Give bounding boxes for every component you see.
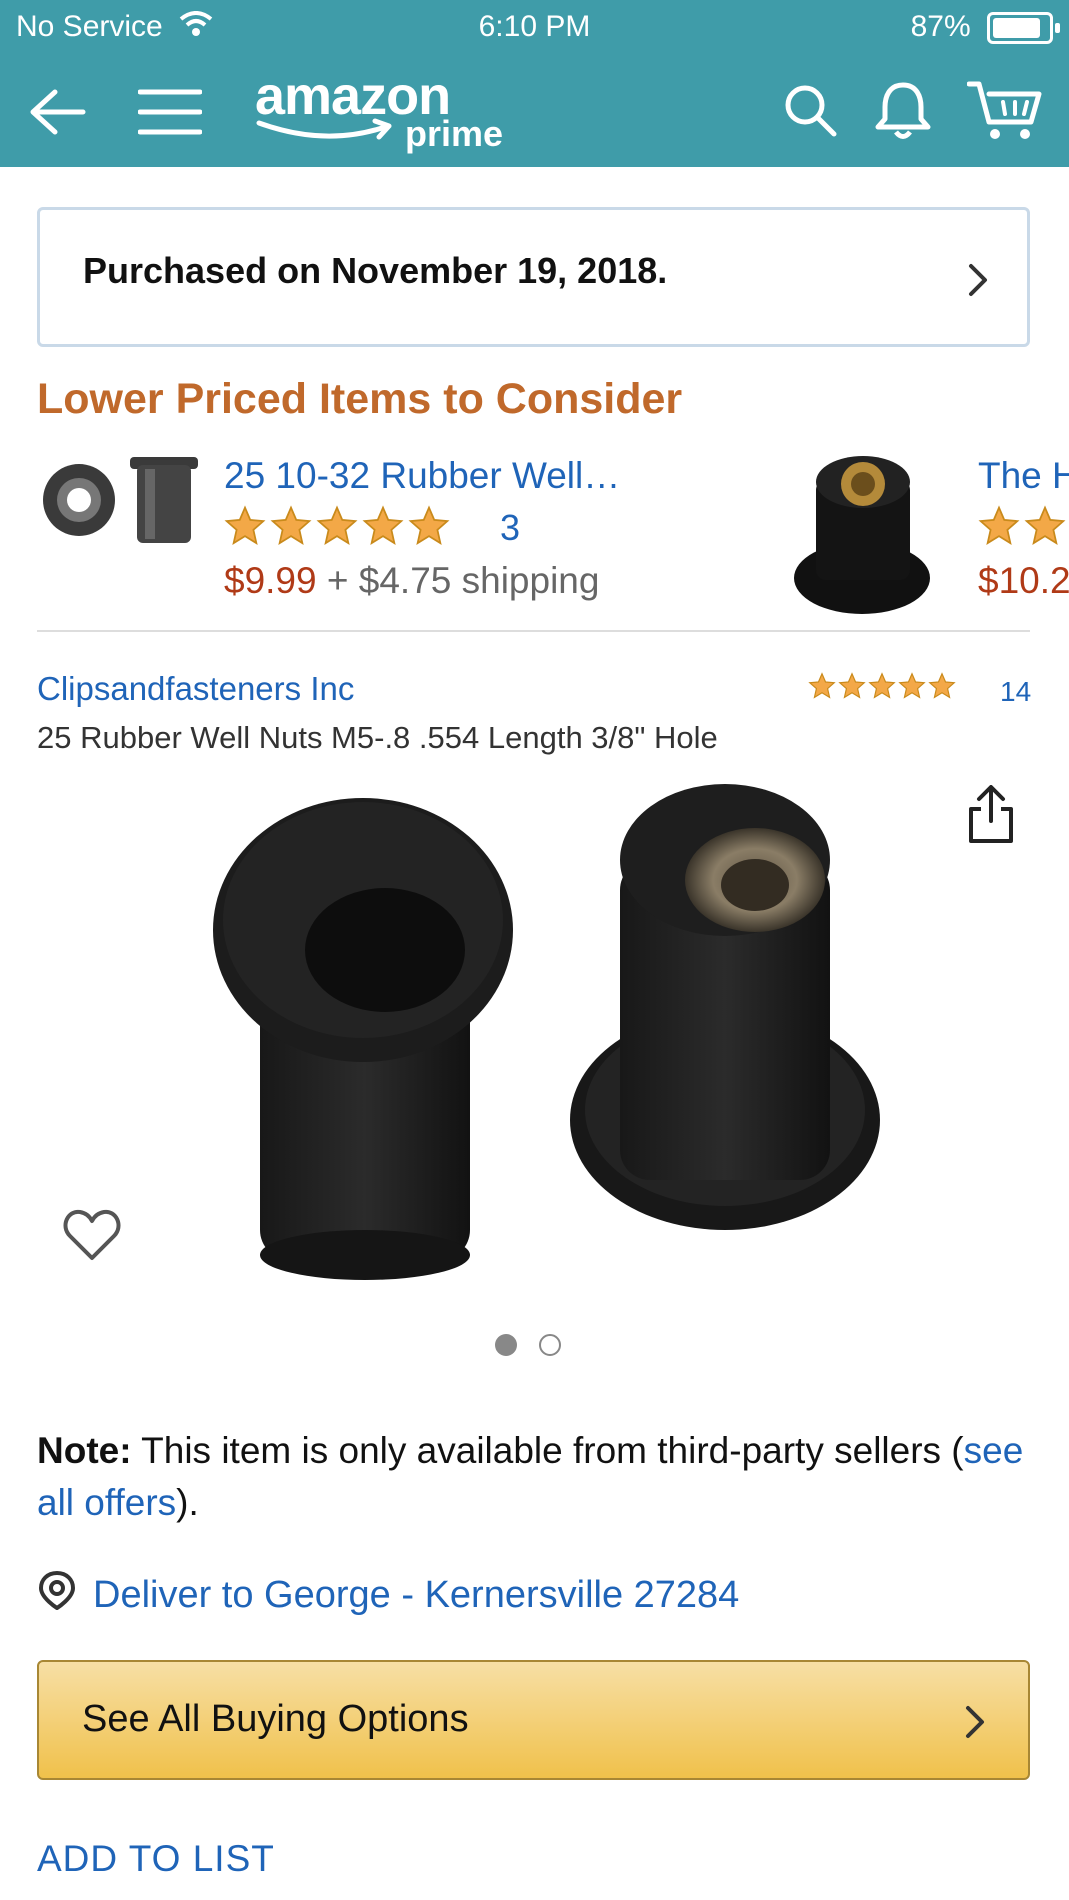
rec-item-1-review-count[interactable]: 3 (500, 507, 520, 549)
star-icon (928, 672, 956, 699)
product-review-count[interactable]: 14 (1000, 676, 1031, 708)
see-all-buying-options-button[interactable]: See All Buying Options (37, 1660, 1030, 1780)
star-icon (868, 672, 896, 699)
rec-item-1-image[interactable] (37, 455, 207, 545)
rec-item-1-price-row: $9.99 + $4.75 shipping (224, 560, 599, 602)
star-icon (224, 505, 266, 545)
rec-item-1-shipping: + $4.75 shipping (326, 560, 600, 601)
rec-item-2-price: $10.2 (978, 560, 1069, 601)
star-icon (838, 672, 866, 699)
third-party-note: Note: This item is only available from t… (37, 1425, 1027, 1529)
product-image[interactable] (180, 780, 900, 1300)
bell-icon[interactable] (868, 73, 938, 147)
cart-icon[interactable] (960, 73, 1050, 149)
divider (37, 630, 1030, 632)
rec-item-1-stars (224, 505, 450, 547)
product-stars[interactable] (808, 672, 956, 700)
star-icon (408, 505, 450, 545)
clock: 6:10 PM (478, 10, 591, 43)
pagination-dot[interactable] (539, 1334, 561, 1356)
star-icon (1024, 505, 1066, 545)
purchased-banner[interactable]: Purchased on November 19, 2018. (37, 207, 1030, 347)
battery-status: 87% (910, 10, 1060, 45)
deliver-to[interactable]: Deliver to George - Kernersville 27284 (37, 1570, 739, 1620)
share-icon[interactable] (965, 785, 1017, 845)
chevron-right-icon (964, 1704, 986, 1745)
logo-subtext: prime (405, 113, 504, 154)
rec-item-2-stars (978, 505, 1069, 547)
status-bar: No Service 6:10 PM 87% (0, 0, 1069, 55)
lower-priced-title: Lower Priced Items to Consider (37, 375, 683, 423)
star-icon (978, 505, 1020, 545)
app-header: No Service 6:10 PM 87% amazon prime (0, 0, 1069, 167)
rec-item-1-title[interactable]: 25 10-32 Rubber Well… (224, 455, 620, 497)
seller-link[interactable]: Clipsandfasteners Inc (37, 670, 354, 708)
note-text: This item is only available from third-p… (131, 1430, 964, 1471)
rec-item-1-price: $9.99 (224, 560, 317, 601)
menu-icon[interactable] (135, 77, 205, 147)
amazon-prime-logo[interactable]: amazon prime (255, 65, 515, 155)
purchased-text: Purchased on November 19, 2018. (83, 250, 668, 291)
rec-item-2-image[interactable] (790, 450, 940, 620)
search-icon[interactable] (775, 75, 845, 145)
star-icon (362, 505, 404, 545)
pagination-dot[interactable] (495, 1334, 517, 1356)
star-icon (808, 672, 836, 699)
back-arrow-icon[interactable] (22, 77, 92, 147)
deliver-text: Deliver to George - Kernersville 27284 (93, 1573, 740, 1616)
buy-button-label: See All Buying Options (82, 1698, 469, 1740)
image-pagination[interactable] (495, 1334, 561, 1356)
battery-icon (987, 12, 1060, 45)
heart-icon[interactable] (62, 1208, 122, 1262)
location-pin-icon (37, 1570, 77, 1620)
rec-item-2-text[interactable]: The H $10.2 (978, 450, 1069, 620)
nav-bar: amazon prime (0, 55, 1069, 167)
star-icon (898, 672, 926, 699)
note-label: Note: (37, 1430, 132, 1471)
note-tail: ). (176, 1482, 199, 1523)
star-icon (270, 505, 312, 545)
chevron-right-icon (967, 262, 989, 303)
rec-item-2-title[interactable]: The H (978, 455, 1069, 497)
product-title: 25 Rubber Well Nuts M5-.8 .554 Length 3/… (37, 720, 718, 755)
battery-percent: 87% (910, 10, 971, 43)
star-icon (316, 505, 358, 545)
add-to-list-link[interactable]: ADD TO LIST (37, 1838, 275, 1880)
